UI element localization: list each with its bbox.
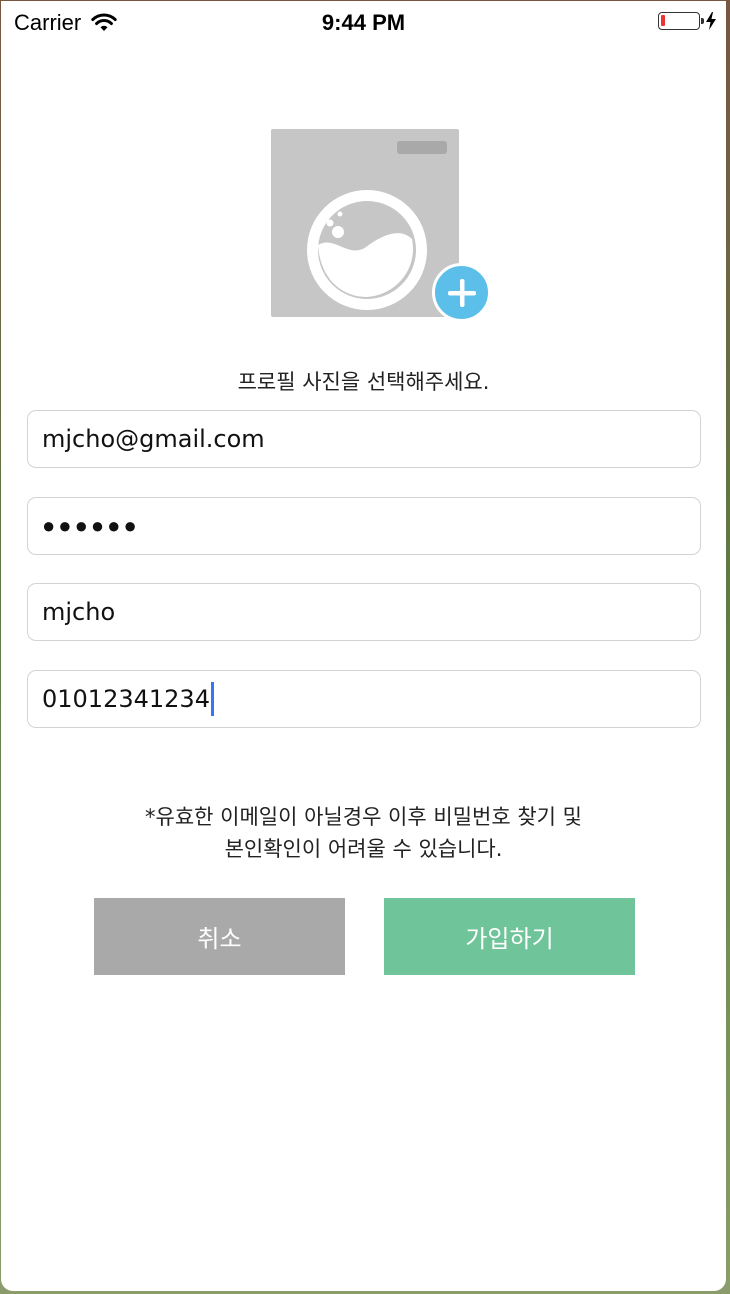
battery-icon <box>658 12 704 30</box>
charging-bolt-icon <box>706 12 716 30</box>
phone-field[interactable]: 01012341234 <box>27 670 701 728</box>
profile-photo-placeholder[interactable] <box>271 129 459 317</box>
photo-hint-text: 프로필 사진을 선택해주세요. <box>237 370 490 394</box>
profile-photo-picker[interactable] <box>271 129 493 323</box>
text-cursor <box>210 682 214 716</box>
email-field[interactable] <box>27 410 701 468</box>
signup-screen: Carrier 9:44 PM 프로필 사진을 선택해주세요. mjcho@gm… <box>1 1 726 1291</box>
password-field[interactable]: ●●●●●● <box>27 497 701 555</box>
password-input[interactable]: ●●●●●● <box>28 513 140 539</box>
email-validity-notice: *유효한 이메일이 아닐경우 이후 비밀번호 찾기 및 본인확인이 어려울 수 … <box>1 801 726 865</box>
washing-machine-icon <box>307 190 427 310</box>
status-bar: Carrier 9:44 PM <box>1 1 726 43</box>
username-field[interactable] <box>27 583 701 641</box>
clock: 9:44 PM <box>321 10 406 35</box>
notice-line-1: *유효한 이메일이 아닐경우 이후 비밀번호 찾기 및 <box>145 805 582 829</box>
plus-icon <box>447 278 476 307</box>
signup-button[interactable]: 가입하기 <box>384 898 635 975</box>
cancel-button[interactable]: 취소 <box>94 898 345 975</box>
phone-input-wrapper[interactable]: 01012341234 <box>28 682 214 716</box>
washing-machine-slot <box>397 141 447 154</box>
battery-indicator <box>658 12 716 30</box>
phone-input[interactable]: 01012341234 <box>42 685 210 713</box>
add-photo-button[interactable] <box>432 263 491 322</box>
username-input[interactable] <box>28 598 700 626</box>
notice-line-2: 본인확인이 어려울 수 있습니다. <box>224 837 503 861</box>
email-input[interactable] <box>28 425 700 453</box>
battery-level <box>661 15 665 26</box>
